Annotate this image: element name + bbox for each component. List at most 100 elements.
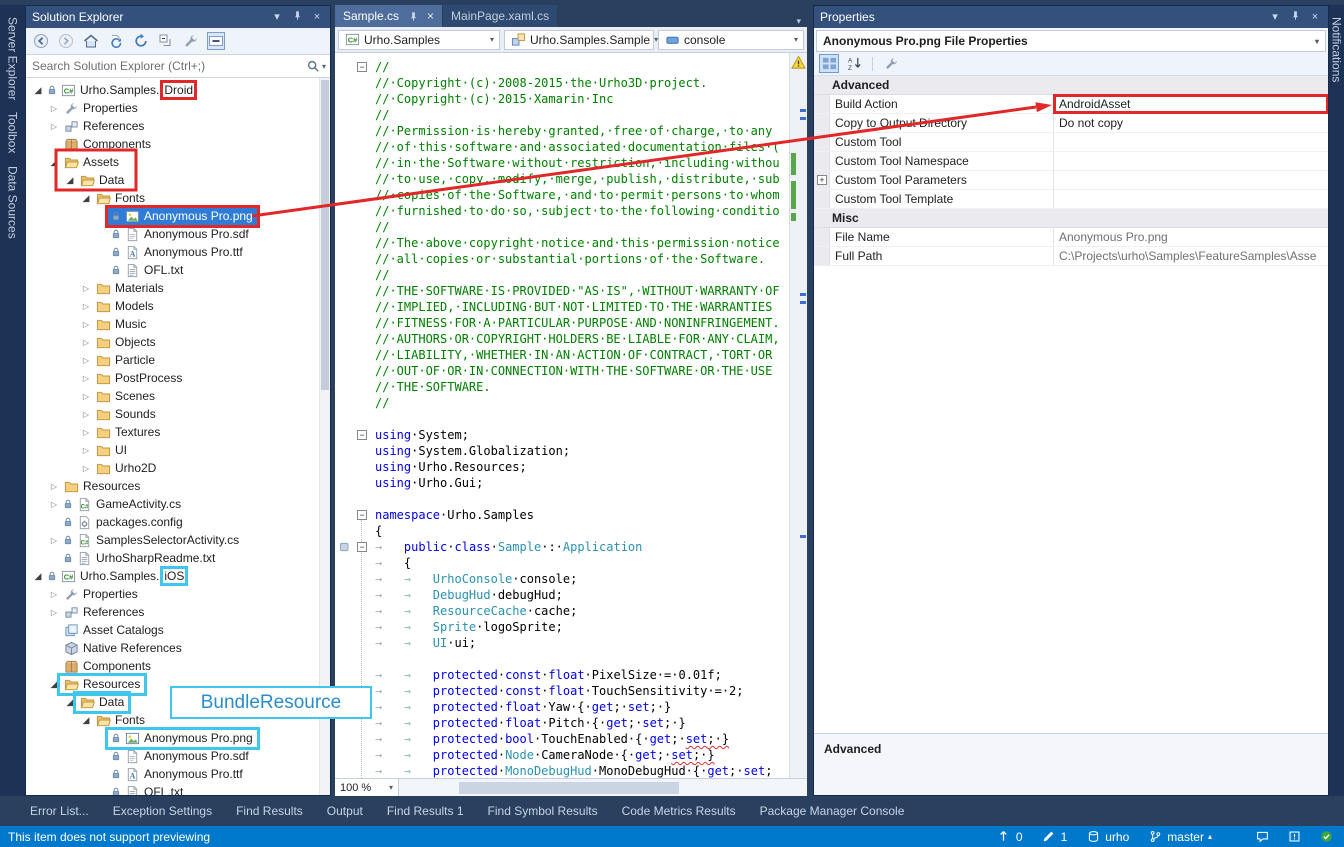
pending-edits[interactable]: 1	[1041, 829, 1067, 845]
tree-item[interactable]: ▷ PostProcess	[26, 369, 330, 387]
tree-item[interactable]: ◢ Assets	[26, 153, 330, 171]
tree-item[interactable]: OFL.txt	[26, 261, 330, 279]
property-value[interactable]: Do not copy	[1054, 114, 1328, 132]
expander-icon[interactable]: ▷	[80, 320, 92, 329]
solution-explorer-titlebar[interactable]: Solution Explorer ▾ ×	[26, 6, 330, 28]
pin-button[interactable]	[1288, 10, 1302, 25]
fold-toggle-icon[interactable]: −	[357, 510, 367, 520]
bottom-tab-find-symbol-results[interactable]: Find Symbol Results	[488, 804, 598, 818]
tree-item[interactable]: ▷ Urho2D	[26, 459, 330, 477]
member-dropdown[interactable]: console ▾	[658, 29, 804, 50]
tree-item[interactable]: OFL.txt	[26, 783, 330, 795]
tree-item[interactable]: ◢ Data	[26, 690, 330, 714]
tree-item[interactable]: ▷ C# GameActivity.cs	[26, 495, 330, 513]
project-dropdown[interactable]: C# Urho.Samples ▾	[338, 29, 500, 50]
tree-item[interactable]: Native References	[26, 639, 330, 657]
expander-icon[interactable]: ◢	[64, 175, 76, 186]
pin-button[interactable]	[290, 10, 304, 25]
property-value[interactable]: Anonymous Pro.png	[1054, 228, 1328, 246]
categorized-button[interactable]	[819, 54, 839, 73]
category-row-misc[interactable]: Misc	[814, 209, 1328, 228]
sync-with-active-document-button[interactable]	[107, 32, 125, 50]
expander-icon[interactable]: ▷	[80, 446, 92, 455]
horizontal-scrollbar-thumb[interactable]	[459, 781, 679, 794]
feedback-icon[interactable]	[1254, 829, 1270, 845]
tree-item[interactable]: Anonymous Pro.sdf	[26, 225, 330, 243]
expander-icon[interactable]: ▷	[80, 410, 92, 419]
fold-toggle-icon[interactable]: −	[357, 430, 367, 440]
expander-icon[interactable]: ▷	[80, 284, 92, 293]
preview-selected-items-button[interactable]	[207, 32, 225, 50]
expand-toggle-icon[interactable]: +	[817, 175, 827, 185]
tree-item[interactable]: packages.config	[26, 513, 330, 531]
properties-object-dropdown[interactable]: Anonymous Pro.png File Properties ▾	[816, 30, 1326, 52]
property-row[interactable]: File Name Anonymous Pro.png	[814, 228, 1328, 247]
tree-item[interactable]: ▷ Scenes	[26, 387, 330, 405]
close-tab-icon[interactable]: ×	[427, 9, 434, 23]
expander-icon[interactable]: ▷	[80, 464, 92, 473]
expander-icon[interactable]: ▷	[48, 500, 60, 509]
notifications-icon[interactable]	[1286, 829, 1302, 845]
tree-item[interactable]: ▷ Materials	[26, 279, 330, 297]
expander-icon[interactable]: ▷	[48, 122, 60, 131]
tree-item[interactable]: ▷ Resources	[26, 477, 330, 495]
tree-item[interactable]: ▷ UI	[26, 441, 330, 459]
property-value[interactable]: C:\Projects\urho\Samples\FeatureSamples\…	[1054, 247, 1328, 265]
property-value[interactable]: AndroidAsset	[1053, 94, 1328, 114]
close-button[interactable]: ×	[310, 10, 324, 24]
bottom-tab-error-list[interactable]: Error List...	[30, 804, 89, 818]
bottom-tab-find-results[interactable]: Find Results	[236, 804, 303, 818]
expander-icon[interactable]: ▷	[80, 338, 92, 347]
tree-item[interactable]: A Anonymous Pro.ttf	[26, 765, 330, 783]
side-tab-data-sources[interactable]: Data Sources	[6, 166, 20, 239]
expander-icon[interactable]: ▷	[48, 536, 60, 545]
expander-icon[interactable]: ◢	[80, 193, 92, 204]
zoom-dropdown[interactable]: 100 % ▾	[335, 779, 399, 796]
side-tab-server-explorer[interactable]: Server Explorer	[6, 17, 20, 100]
side-tab-notifications[interactable]: Notifications	[1330, 17, 1344, 82]
tree-item[interactable]: ▷ Sounds	[26, 405, 330, 423]
tree-item[interactable]: ▷ Properties	[26, 585, 330, 603]
fold-toggle-icon[interactable]: −	[357, 62, 367, 72]
tree-item[interactable]: ▷ References	[26, 117, 330, 135]
tree-item[interactable]: ▷ Models	[26, 297, 330, 315]
tree-item[interactable]: ▷ Properties	[26, 99, 330, 117]
expander-icon[interactable]: ▷	[48, 104, 60, 113]
tree-scrollbar[interactable]	[319, 78, 330, 795]
search-input[interactable]	[26, 59, 306, 73]
expander-icon[interactable]: ▷	[48, 608, 60, 617]
tree-item[interactable]: Components	[26, 657, 330, 675]
bottom-tab-output[interactable]: Output	[327, 804, 363, 818]
tree-item[interactable]: ◢ C# Urho.Samples. Droid	[26, 80, 330, 100]
property-value[interactable]	[1054, 171, 1328, 189]
expander-icon[interactable]: ▷	[80, 428, 92, 437]
expander-icon[interactable]: ◢	[32, 571, 44, 582]
property-pages-button[interactable]	[881, 54, 901, 73]
active-files-icon[interactable]: ▾	[790, 16, 807, 27]
search-box[interactable]: ▾	[26, 55, 330, 78]
document-tab-mainpage-xaml-cs[interactable]: MainPage.xaml.cs	[443, 5, 558, 27]
tree-item[interactable]: Anonymous Pro.png	[26, 204, 330, 228]
bottom-tab-package-manager-console[interactable]: Package Manager Console	[760, 804, 905, 818]
expander-icon[interactable]: ◢	[32, 85, 44, 96]
unpushed-commits[interactable]: 0	[996, 829, 1023, 845]
code-text[interactable]: // //·Copyright·(c)·2008-2015·the·Urho3D·…	[373, 53, 807, 778]
category-row-advanced[interactable]: Advanced	[814, 76, 1328, 95]
bottom-tab-find-results-1[interactable]: Find Results 1	[387, 804, 464, 818]
property-row[interactable]: Full Path C:\Projects\urho\Samples\Featur…	[814, 247, 1328, 266]
tree-item[interactable]: Components	[26, 135, 330, 153]
tree-item[interactable]: ▷ Music	[26, 315, 330, 333]
property-row[interactable]: Custom Tool Namespace	[814, 152, 1328, 171]
expander-icon[interactable]: ▷	[48, 482, 60, 491]
expander-icon[interactable]: ▷	[80, 356, 92, 365]
tree-item[interactable]: ▷ Textures	[26, 423, 330, 441]
expander-icon[interactable]: ▷	[80, 374, 92, 383]
property-value[interactable]	[1054, 133, 1328, 151]
property-row[interactable]: Copy to Output Directory Do not copy	[814, 114, 1328, 133]
expander-icon[interactable]: ▷	[48, 590, 60, 599]
expander-icon[interactable]: ▷	[80, 302, 92, 311]
expander-icon[interactable]: ◢	[80, 715, 92, 726]
property-value[interactable]	[1054, 152, 1328, 170]
property-row[interactable]: + Custom Tool Parameters	[814, 171, 1328, 190]
properties-button[interactable]	[182, 32, 200, 50]
